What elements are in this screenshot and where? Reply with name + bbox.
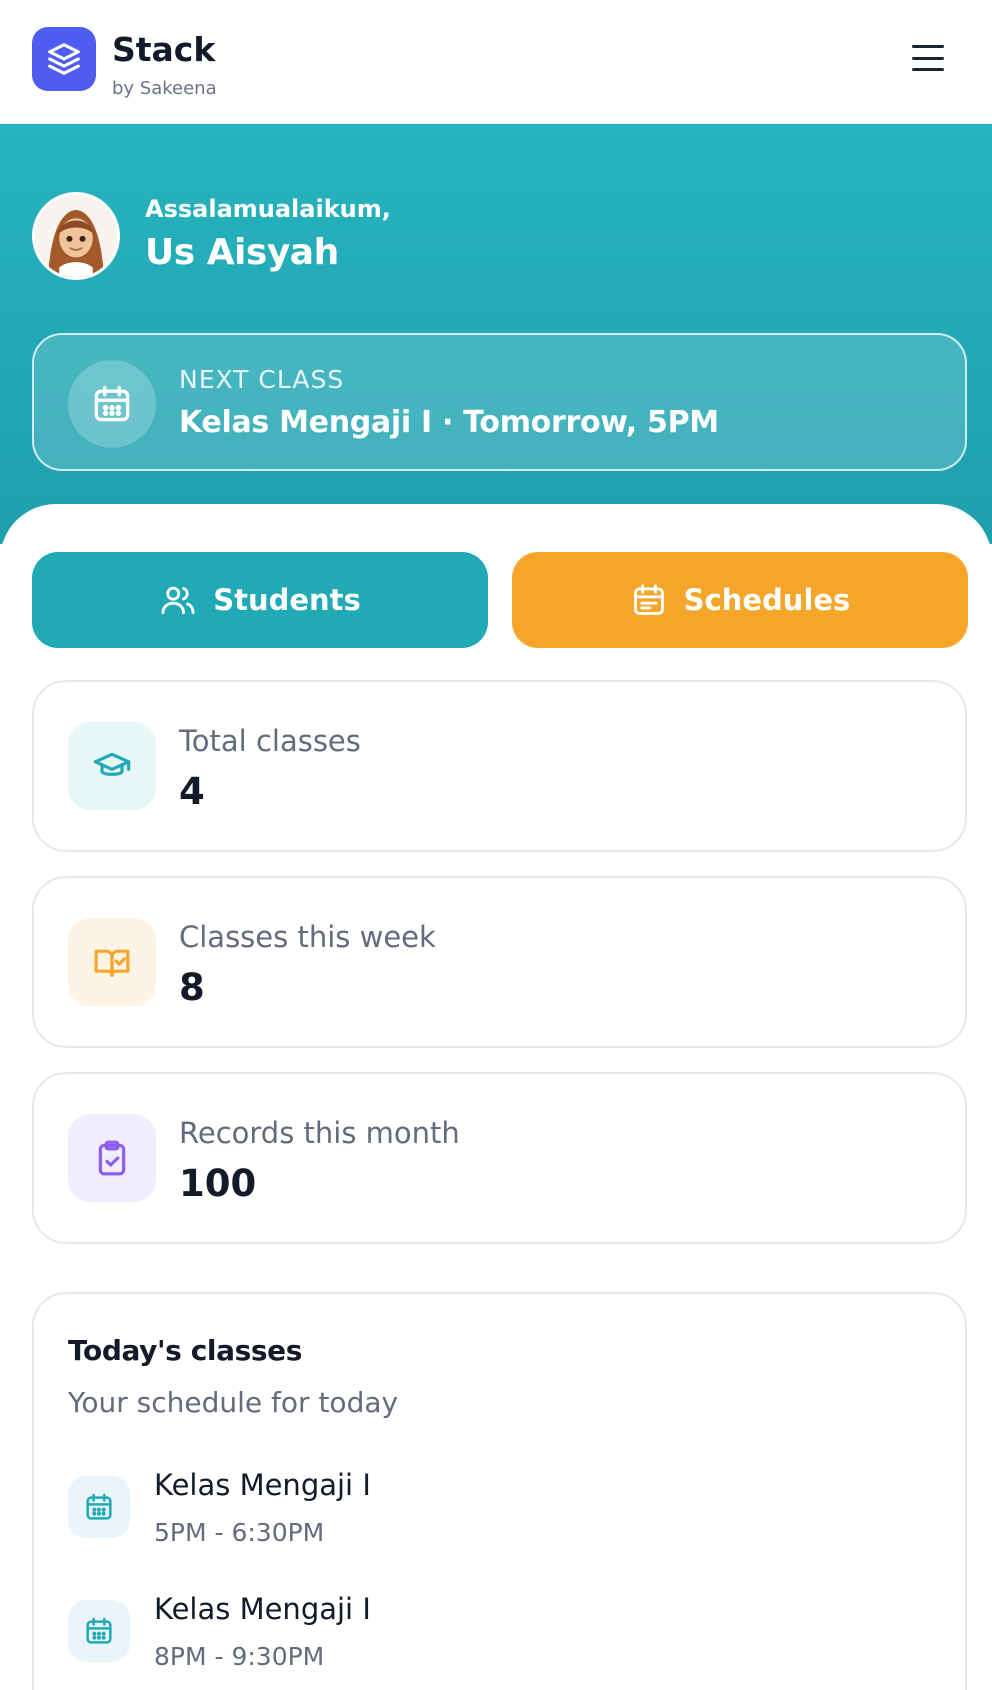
students-button[interactable]: Students: [32, 552, 488, 648]
list-item[interactable]: Kelas Mengaji I 8PM - 9:30PM: [68, 1592, 928, 1690]
calendar-list-icon: [633, 584, 664, 615]
list-item[interactable]: Kelas Mengaji I 5PM - 6:30PM: [68, 1468, 928, 1568]
stat-label: Classes this week: [179, 920, 436, 954]
greeting-text: Assalamualaikum,: [145, 195, 391, 223]
todays-classes-title: Today's classes: [68, 1334, 303, 1367]
next-class-value: Kelas Mengaji I · Tomorrow, 5PM: [179, 405, 719, 440]
calendar-icon: [68, 1476, 130, 1538]
graduation-cap-icon: [68, 722, 156, 810]
top-bar: Stack by Sakeena: [0, 0, 992, 124]
next-class-label: NEXT CLASS: [179, 365, 345, 394]
stat-value: 100: [179, 1162, 257, 1205]
class-name: Kelas Mengaji I: [154, 1592, 371, 1626]
class-time: 5PM - 6:30PM: [154, 1518, 325, 1547]
book-check-icon: [68, 918, 156, 1006]
class-name: Kelas Mengaji I: [154, 1468, 371, 1502]
todays-classes-card: Today's classes Your schedule for today …: [32, 1292, 967, 1690]
stat-value: 4: [179, 770, 205, 813]
calendar-icon: [68, 360, 156, 448]
students-button-label: Students: [213, 583, 361, 617]
class-time: 8PM - 9:30PM: [154, 1642, 325, 1671]
stat-label: Total classes: [179, 724, 361, 758]
users-icon: [161, 586, 195, 615]
calendar-icon: [68, 1600, 130, 1662]
stat-value: 8: [179, 966, 205, 1009]
stat-card-total-classes[interactable]: Total classes 4: [32, 680, 967, 852]
stat-card-records-this-month[interactable]: Records this month 100: [32, 1072, 967, 1244]
app-name: Stack: [112, 30, 216, 69]
avatar[interactable]: [32, 192, 120, 280]
schedules-button-label: Schedules: [683, 583, 851, 617]
next-class-card[interactable]: NEXT CLASS Kelas Mengaji I · Tomorrow, 5…: [32, 333, 967, 471]
stat-label: Records this month: [179, 1116, 460, 1150]
clipboard-check-icon: [68, 1114, 156, 1202]
schedules-button[interactable]: Schedules: [512, 552, 968, 648]
todays-classes-subtitle: Your schedule for today: [68, 1386, 399, 1419]
app-by-line: by Sakeena: [112, 78, 217, 99]
hamburger-menu-icon[interactable]: [906, 38, 950, 78]
app-root: Stack by Sakeena Assalamualaikum, Us Ais…: [0, 0, 992, 1690]
stack-layers-icon[interactable]: [32, 27, 96, 91]
user-name: Us Aisyah: [145, 232, 339, 273]
stat-card-classes-this-week[interactable]: Classes this week 8: [32, 876, 967, 1048]
